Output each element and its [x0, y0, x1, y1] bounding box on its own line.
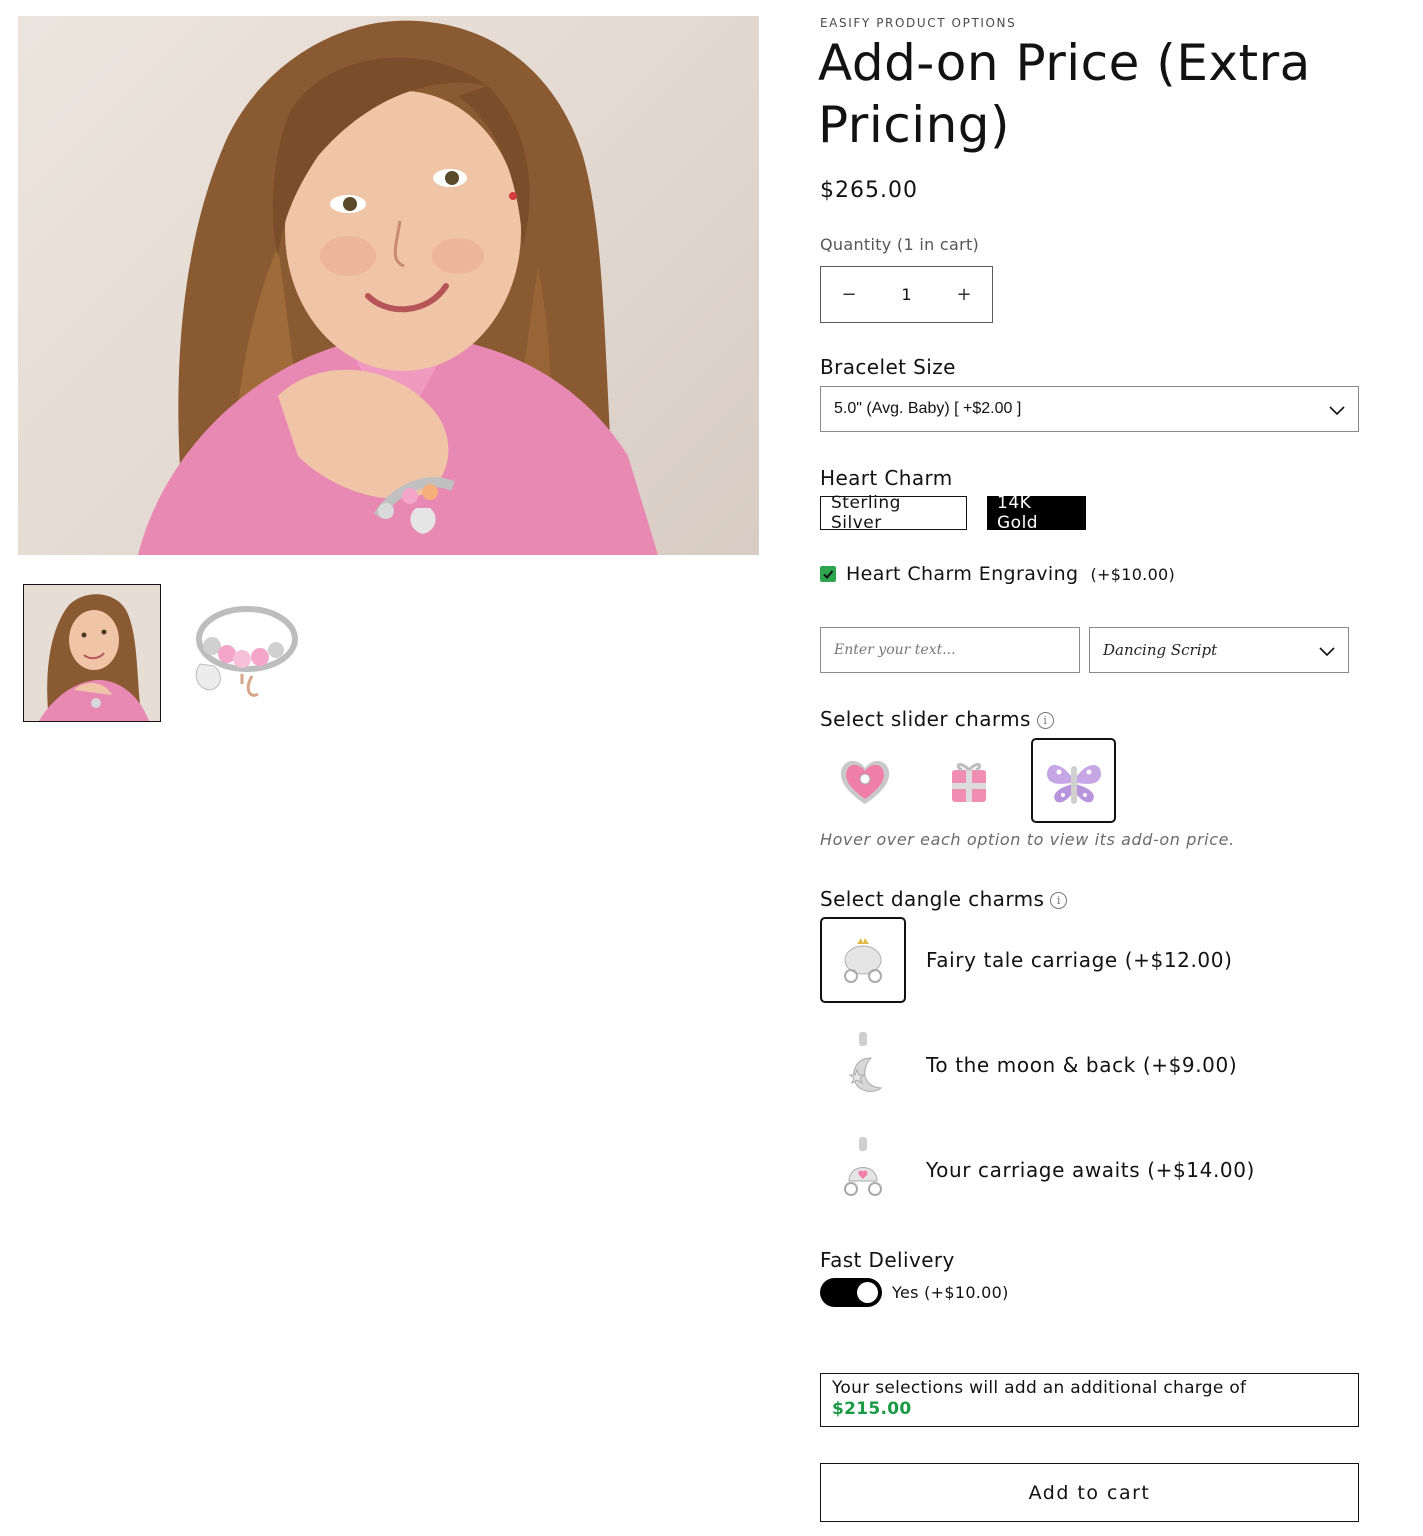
- quantity-stepper: − 1 +: [820, 266, 993, 323]
- heart-charm-icon: [840, 760, 889, 804]
- engraving-checkbox[interactable]: [820, 566, 836, 582]
- dangle-charm-image: [820, 917, 906, 1003]
- bracelet-size-value: 5.0" (Avg. Baby) [ +$2.00 ]: [834, 400, 1022, 417]
- vendor-label: EASIFY PRODUCT OPTIONS: [820, 16, 1017, 30]
- dangle-charm-your-carriage-awaits[interactable]: Your carriage awaits (+$14.00): [820, 1127, 1255, 1213]
- chevron-down-icon: [1319, 647, 1335, 657]
- bracelet-size-label: Bracelet Size: [820, 355, 956, 379]
- info-icon[interactable]: i: [1036, 712, 1054, 729]
- engraving-font-select[interactable]: Dancing Script: [1089, 627, 1349, 673]
- butterfly-charm-icon: [1046, 764, 1101, 804]
- carriage-awaits-charm-icon: [844, 1137, 882, 1196]
- thumbnail-girl-image: [24, 585, 160, 721]
- info-icon[interactable]: i: [1050, 892, 1068, 909]
- dangle-charm-label: Fairy tale carriage (+$12.00): [926, 948, 1233, 972]
- product-main-image[interactable]: [18, 16, 759, 555]
- summary-amount: $215.00: [832, 1399, 912, 1419]
- slider-charms-label-text: Select slider charms: [820, 707, 1031, 731]
- fast-delivery-toggle[interactable]: [820, 1278, 882, 1307]
- dangle-charm-image: [820, 1127, 906, 1213]
- engraving-font-value: Dancing Script: [1103, 641, 1218, 659]
- product-price: $265.00: [820, 178, 918, 203]
- heart-charm-label: Heart Charm: [820, 466, 953, 490]
- engraving-text-input[interactable]: Enter your text...: [820, 627, 1080, 673]
- engraving-row: Heart Charm Engraving (+$10.00): [820, 563, 1175, 585]
- fast-delivery-toggle-label: Yes (+$10.00): [892, 1283, 1009, 1302]
- slider-charm-heart[interactable]: [822, 738, 907, 823]
- quantity-input[interactable]: 1: [901, 285, 911, 304]
- summary-text: Your selections will add an additional c…: [832, 1378, 1247, 1398]
- engraving-price: (+$10.00): [1090, 564, 1176, 584]
- thumbnail-bracelet-image: [195, 606, 298, 697]
- heart-charm-option-sterling-silver[interactable]: Sterling Silver: [820, 493, 967, 533]
- engraving-label: Heart Charm Engraving: [846, 563, 1079, 585]
- moon-charm-icon: [848, 1032, 883, 1092]
- product-title: Add-on Price (Extra Pricing): [818, 34, 1311, 154]
- carriage-charm-icon: [844, 938, 882, 983]
- dangle-charm-image: [820, 1022, 906, 1108]
- chevron-down-icon: [1329, 406, 1345, 416]
- dangle-charm-label: To the moon & back (+$9.00): [926, 1053, 1238, 1077]
- dangle-charms-label: Select dangle charms i: [820, 887, 1068, 911]
- thumbnail-bracelet-2[interactable]: [172, 584, 310, 722]
- add-to-cart-button[interactable]: Add to cart: [820, 1463, 1359, 1522]
- bracelet-size-select[interactable]: 5.0" (Avg. Baby) [ +$2.00 ]: [820, 386, 1359, 432]
- dangle-charm-label: Your carriage awaits (+$14.00): [926, 1158, 1255, 1182]
- slider-charm-butterfly[interactable]: [1031, 738, 1116, 823]
- girl-photo: [138, 20, 658, 555]
- fast-delivery-label: Fast Delivery: [820, 1248, 955, 1272]
- slider-charms-hint: Hover over each option to view its add-o…: [820, 830, 1235, 849]
- additional-charge-summary: Your selections will add an additional c…: [820, 1373, 1359, 1427]
- heart-charm-option-14k-gold[interactable]: 14K Gold: [987, 493, 1086, 533]
- dangle-charm-to-the-moon-and-back[interactable]: To the moon & back (+$9.00): [820, 1022, 1237, 1108]
- thumbnail-photo-1[interactable]: [23, 584, 161, 722]
- dangle-charm-fairy-tale-carriage[interactable]: Fairy tale carriage (+$12.00): [820, 917, 1232, 1003]
- toggle-knob: [857, 1282, 878, 1303]
- checkmark-icon: [823, 570, 834, 579]
- dangle-charms-label-text: Select dangle charms: [820, 887, 1045, 911]
- slider-charms-label: Select slider charms i: [820, 707, 1054, 731]
- quantity-decrement-button[interactable]: −: [835, 281, 863, 309]
- fast-delivery-row: Yes (+$10.00): [820, 1278, 1009, 1307]
- quantity-label: Quantity (1 in cart): [820, 235, 980, 254]
- slider-charm-gift-box[interactable]: [926, 738, 1011, 823]
- gift-box-charm-icon: [951, 762, 986, 802]
- quantity-increment-button[interactable]: +: [950, 281, 978, 309]
